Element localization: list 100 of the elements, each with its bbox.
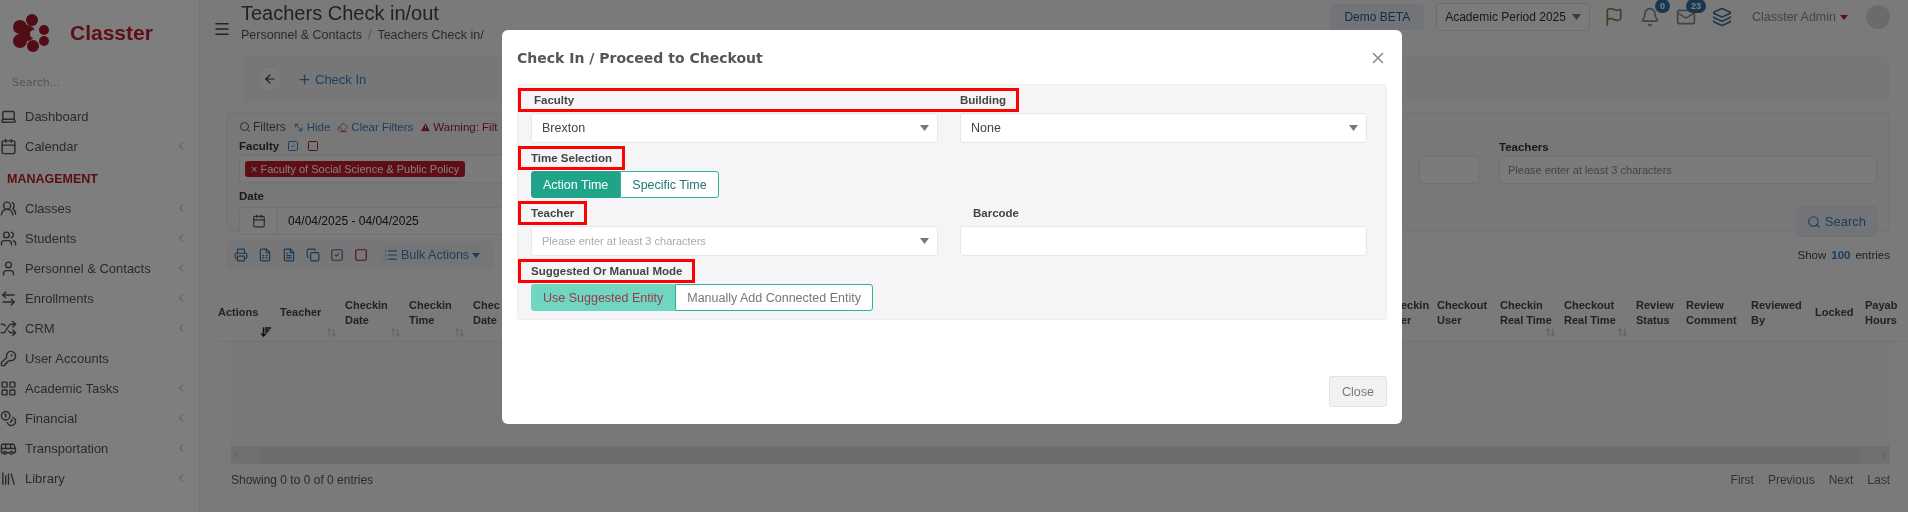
clear-filters-link[interactable]: Clear Filters	[337, 121, 414, 133]
print-icon[interactable]	[234, 248, 248, 262]
caret-icon	[472, 252, 481, 258]
show-label: Show	[1797, 249, 1827, 261]
brand-name: Classter	[70, 21, 153, 45]
sidebar-item[interactable]: Library	[0, 463, 199, 493]
field-label: Suggested Or Manual Mode	[531, 265, 683, 277]
column-header[interactable]: Reviewed By	[1751, 284, 1811, 341]
sidebar-item[interactable]: Classes	[0, 193, 199, 223]
environment-badge: Demo BETA	[1330, 4, 1425, 30]
notification-count: 0	[1654, 0, 1670, 13]
pagination-link[interactable]: Last	[1867, 473, 1890, 487]
section-heading: MANAGEMENT	[6, 171, 99, 188]
breadcrumb-separator: /	[367, 28, 372, 42]
sidebar-item[interactable]: Calendar	[0, 131, 199, 161]
diagonal-arrow-icon	[292, 121, 304, 133]
list-icon	[384, 248, 398, 262]
hide-link[interactable]: Hide	[292, 121, 331, 133]
menu-icon[interactable]	[213, 20, 231, 38]
close-button[interactable]: Close	[1329, 376, 1387, 407]
column-header[interactable]: Chec Date	[473, 284, 503, 341]
search-icon	[239, 121, 251, 133]
column-header[interactable]: Checkin Date	[345, 284, 405, 341]
field-label: Barcode	[973, 207, 1020, 219]
column-header[interactable]: Teacher	[280, 284, 341, 341]
logo-icon	[12, 13, 52, 53]
column-header[interactable]: Checkin Real Time	[1500, 284, 1560, 341]
select-field[interactable]: Please enter at least 3 characters	[531, 226, 938, 256]
sidebar-item[interactable]: Enrollments	[0, 283, 199, 313]
toggle-option[interactable]: Action Time	[531, 171, 621, 198]
pagination-link[interactable]: Next	[1828, 473, 1854, 487]
column-header[interactable]: Checkin Time	[409, 284, 469, 341]
check-in-button[interactable]: Check In	[297, 71, 367, 87]
caret-icon	[1840, 14, 1848, 20]
breadcrumb-item[interactable]: Personnel & Contacts	[241, 28, 362, 42]
sidebar-item[interactable]: Personnel & Contacts	[0, 253, 199, 283]
user-icon	[0, 259, 17, 277]
select-field[interactable]: None	[960, 113, 1367, 143]
caret-icon	[1349, 125, 1358, 131]
sidebar-item[interactable]: Transportation	[0, 433, 199, 463]
entries-summary: Showing 0 to 0 of 0 entries	[231, 473, 374, 487]
document-icon[interactable]	[282, 248, 296, 262]
coins-icon	[0, 409, 17, 427]
spreadsheet-icon[interactable]	[258, 248, 272, 262]
field-label: Faculty	[534, 94, 575, 106]
select-all-icon[interactable]	[287, 140, 300, 152]
column-header[interactable]: eckin er	[1401, 284, 1433, 341]
sidebar-item[interactable]: Academic Tasks	[0, 373, 199, 403]
sidebar-item[interactable]: CRM	[0, 313, 199, 343]
column-header[interactable]: Checkout User	[1437, 284, 1496, 341]
group-icon	[0, 199, 17, 217]
sidebar-item[interactable]: Financial	[0, 403, 199, 433]
filter-label: Date	[239, 190, 264, 202]
search-button[interactable]: Search	[1795, 206, 1877, 237]
shuffle-icon	[0, 319, 17, 337]
period-dropdown[interactable]: Academic Period 2025	[1436, 3, 1590, 31]
deselect-icon[interactable]	[307, 140, 320, 152]
back-button[interactable]	[257, 66, 283, 92]
select-all-icon[interactable]	[330, 248, 344, 262]
column-header[interactable]: Actions	[218, 284, 276, 341]
entries-label: entries	[1855, 249, 1890, 261]
toggle-option[interactable]: Specific Time	[620, 171, 719, 198]
sidebar-item[interactable]: User Accounts	[0, 343, 199, 373]
remove-icon[interactable]: ×	[251, 163, 258, 175]
select-field[interactable]: Brexton	[531, 113, 938, 143]
column-header[interactable]: Payab Hours	[1865, 284, 1904, 341]
sort-icon[interactable]	[260, 326, 272, 338]
arrows-icon	[0, 289, 17, 307]
users-icon	[0, 229, 17, 247]
filter-label: Teachers	[1499, 141, 1549, 153]
search-icon	[1806, 214, 1821, 229]
page-size-select[interactable]: 100	[1831, 249, 1851, 261]
pagination-link[interactable]: First	[1730, 473, 1754, 487]
books-icon	[0, 469, 17, 487]
grid-icon	[0, 379, 17, 397]
warning-text: Warning: Filt	[420, 121, 498, 133]
faculty-tag[interactable]: × Faculty of Social Science & Public Policy	[245, 161, 466, 177]
dialog-title: Check In / Proceed to Checkout	[517, 50, 763, 66]
calendar-icon	[251, 214, 266, 228]
column-header[interactable]: Review Status	[1636, 284, 1682, 341]
eraser-icon	[337, 121, 349, 133]
caret-icon	[920, 238, 929, 244]
warning-icon	[420, 121, 432, 133]
message-count: 23	[1685, 0, 1706, 13]
calendar-icon	[0, 137, 17, 155]
pagination-link[interactable]: Previous	[1767, 473, 1815, 487]
field-label: Building	[960, 94, 1006, 106]
sidebar-item[interactable]: Dashboard	[0, 101, 199, 131]
column-header[interactable]: Checkout Real Time	[1564, 284, 1632, 341]
column-header[interactable]: Review Comment	[1686, 284, 1747, 341]
key-icon	[0, 349, 17, 367]
deselect-icon[interactable]	[354, 248, 368, 262]
column-header[interactable]: Locked	[1815, 284, 1861, 341]
caret-icon	[1571, 14, 1581, 20]
field-label: Time Selection	[531, 152, 612, 164]
page-title: Teachers Check in/out	[241, 2, 440, 25]
sidebar-item[interactable]: Students	[0, 223, 199, 253]
copy-icon[interactable]	[306, 248, 320, 262]
breadcrumb-item[interactable]: Teachers Check in/	[377, 28, 484, 42]
field-label: Teacher	[531, 207, 575, 219]
